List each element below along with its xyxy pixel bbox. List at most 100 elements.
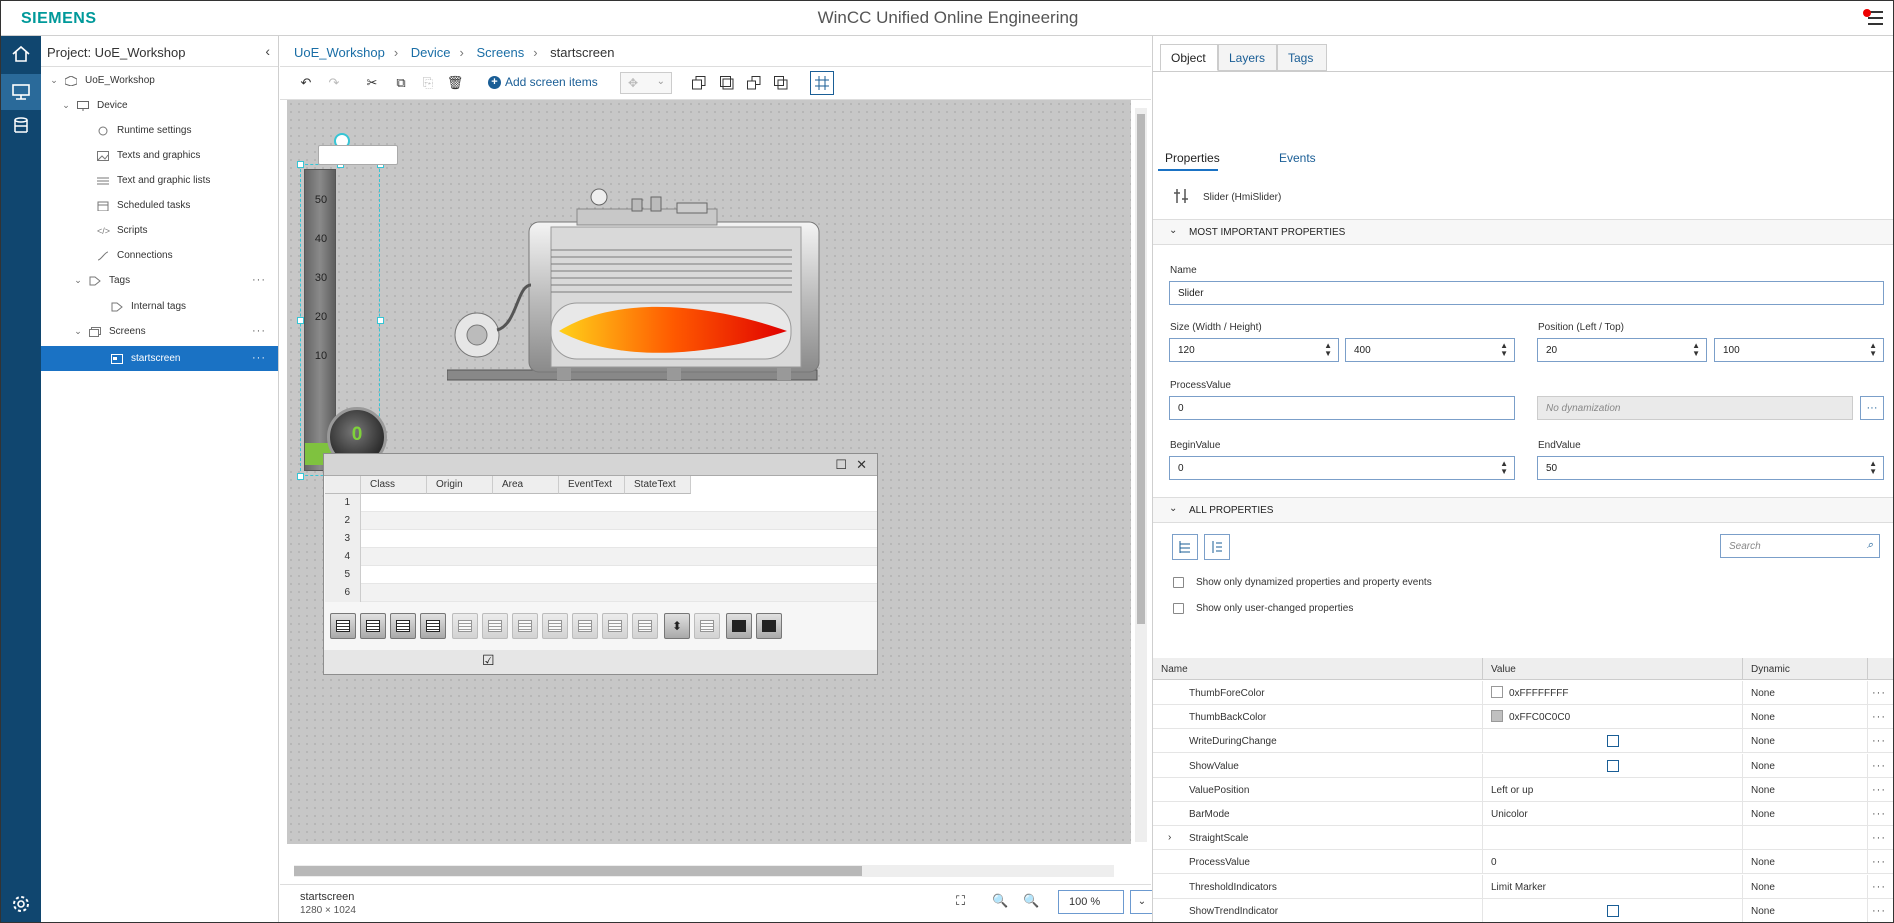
zoom-fit-icon[interactable]: ⛶ (956, 893, 965, 909)
property-value[interactable] (1483, 898, 1743, 922)
property-dynamic[interactable] (1743, 826, 1868, 851)
table-row[interactable]: 1 (325, 494, 877, 512)
search-icon[interactable]: ⌕ (1867, 539, 1873, 552)
backward-one-icon[interactable] (773, 75, 789, 91)
tab-object[interactable]: Object (1160, 44, 1218, 71)
begin-value-input[interactable]: 0 ▲ ▼ (1169, 456, 1515, 480)
cut-icon[interactable]: ✂ (364, 75, 380, 91)
send-to-back-icon[interactable] (719, 75, 735, 91)
property-checkbox[interactable] (1607, 735, 1619, 748)
export-icon[interactable] (756, 613, 782, 639)
property-value[interactable] (1483, 729, 1743, 754)
boiler-graphic[interactable] (447, 185, 847, 395)
property-dynamic[interactable]: None (1743, 729, 1868, 754)
tree-item-texts-graphics[interactable]: Texts and graphics (41, 143, 278, 168)
filter-dynamized-checkbox[interactable] (1173, 577, 1184, 588)
dynamization-more-button[interactable]: ··· (1860, 396, 1884, 420)
property-value[interactable]: 0xFFFFFFFF (1483, 681, 1743, 705)
paste-icon[interactable]: ⎘ (420, 75, 436, 91)
breadcrumb-item[interactable]: UoE_Workshop (294, 45, 385, 60)
alarm-settings-icon[interactable] (420, 613, 446, 639)
property-row[interactable]: WriteDuringChange None ··· (1153, 729, 1893, 754)
vertical-scrollbar[interactable] (1135, 108, 1147, 842)
more-options-icon[interactable]: ··· (1872, 808, 1886, 820)
spinner-icon[interactable]: ▲ ▼ (1869, 342, 1877, 358)
tree-item-scheduled-tasks[interactable]: Scheduled tasks (41, 193, 278, 218)
forward-one-icon[interactable] (746, 75, 762, 91)
table-row[interactable]: 6 (325, 584, 877, 602)
property-value[interactable]: Limit Marker (1483, 874, 1743, 899)
property-dynamic[interactable]: None (1743, 681, 1868, 705)
tree-item-scripts[interactable]: </> Scripts (41, 218, 278, 243)
tab-tags[interactable]: Tags (1277, 44, 1327, 71)
more-options-icon[interactable]: ··· (252, 325, 266, 337)
scroll-thumb[interactable] (1137, 114, 1145, 624)
tree-item-text-graphic-lists[interactable]: Text and graphic lists (41, 168, 278, 193)
tree-item-uoe-workshop[interactable]: ⌄ UoE_Workshop (41, 68, 278, 93)
chevron-down-icon[interactable]: ⌄ (61, 100, 71, 111)
property-dynamic[interactable]: None (1743, 802, 1868, 826)
tab-layers[interactable]: Layers (1218, 44, 1277, 71)
tree-item-tags[interactable]: ⌄ Tags ··· (41, 268, 278, 293)
sort-up-icon[interactable] (452, 613, 478, 639)
property-value[interactable]: Unicolor (1483, 802, 1743, 826)
property-value[interactable]: 0 (1483, 850, 1743, 875)
resize-handle[interactable] (297, 317, 304, 324)
categorized-view-button[interactable] (1172, 534, 1198, 560)
alarm-control[interactable]: ☐ ✕ Class Origin Area EventText StateTex… (323, 453, 878, 675)
property-value[interactable] (1483, 826, 1743, 851)
acknowledge-all-icon[interactable] (602, 613, 628, 639)
horizontal-scrollbar[interactable] (294, 865, 1114, 877)
more-options-icon[interactable]: ··· (252, 352, 266, 364)
property-row[interactable]: ThumbBackColor 0xFFC0C0C0 None ··· (1153, 705, 1893, 730)
delete-icon[interactable]: 🗑 (447, 75, 464, 91)
settings-icon[interactable] (1, 886, 41, 922)
chevron-right-icon[interactable]: › (1168, 832, 1171, 843)
spinner-icon[interactable]: ▲ ▼ (1869, 460, 1877, 476)
chevron-down-icon[interactable]: ⌄ (1130, 890, 1154, 914)
breadcrumb-item[interactable]: Device (411, 45, 451, 60)
spinner-icon[interactable]: ▲ ▼ (1500, 342, 1508, 358)
tree-item-startscreen[interactable]: startscreen ··· (41, 346, 278, 371)
property-row[interactable]: ShowTrendIndicator None ··· (1153, 898, 1893, 922)
property-row[interactable]: ProcessValue 0 None ··· (1153, 850, 1893, 875)
property-dynamic[interactable]: None (1743, 898, 1868, 922)
property-checkbox[interactable] (1607, 759, 1619, 772)
zoom-select[interactable]: 100 % (1058, 890, 1124, 914)
property-row[interactable]: ShowValue None ··· (1153, 753, 1893, 778)
grid-toggle-icon[interactable] (810, 71, 834, 95)
slider-widget[interactable]: 50 40 30 20 10 0 (297, 133, 398, 480)
property-value[interactable]: 0xFFC0C0C0 (1483, 705, 1743, 730)
more-options-icon[interactable]: ··· (1872, 856, 1886, 868)
property-search-input[interactable]: Search ⌕ (1720, 534, 1880, 558)
section-most-important[interactable]: ⌄ MOST IMPORTANT PROPERTIES (1153, 219, 1893, 245)
spinner-icon[interactable]: ▲ ▼ (1692, 342, 1700, 358)
chevron-down-icon[interactable]: ⌄ (73, 326, 83, 337)
color-swatch[interactable] (1491, 685, 1503, 698)
fit-view-icon[interactable] (726, 613, 752, 639)
add-screen-items-button[interactable]: + Add screen items (488, 75, 598, 89)
more-options-icon[interactable]: ··· (1872, 881, 1886, 893)
section-all-properties[interactable]: ⌄ ALL PROPERTIES (1153, 497, 1893, 523)
zoom-out-icon[interactable]: 🔍 (1023, 893, 1039, 909)
resize-handle[interactable] (377, 317, 384, 324)
tree-item-device[interactable]: ⌄ Device (41, 93, 278, 118)
table-row[interactable]: 2 (325, 512, 877, 530)
scroll-toggle-icon[interactable]: ⬍ (664, 613, 690, 639)
column-header-name[interactable]: Name (1153, 658, 1483, 680)
alarm-history-icon[interactable] (390, 613, 416, 639)
reset-icon[interactable] (632, 613, 658, 639)
sort-bottom-icon[interactable] (542, 613, 568, 639)
height-input[interactable]: 400 ▲ ▼ (1345, 338, 1515, 362)
align-dropdown[interactable]: ✥ ⌄ (620, 72, 672, 94)
screen-canvas[interactable]: 50 40 30 20 10 0 ☐ ✕ Class Origin Area E… (287, 100, 1131, 844)
bring-to-front-icon[interactable] (691, 75, 707, 91)
top-input[interactable]: 100 ▲ ▼ (1714, 338, 1884, 362)
property-value[interactable]: Left or up (1483, 777, 1743, 802)
collapse-panel-icon[interactable]: ‹ (265, 43, 270, 59)
resize-handle[interactable] (297, 473, 304, 480)
column-header[interactable]: EventText (559, 476, 625, 494)
more-options-icon[interactable]: ··· (1872, 735, 1886, 747)
alarm-archive-icon[interactable] (360, 613, 386, 639)
tree-item-internal-tags[interactable]: Internal tags (41, 294, 278, 319)
